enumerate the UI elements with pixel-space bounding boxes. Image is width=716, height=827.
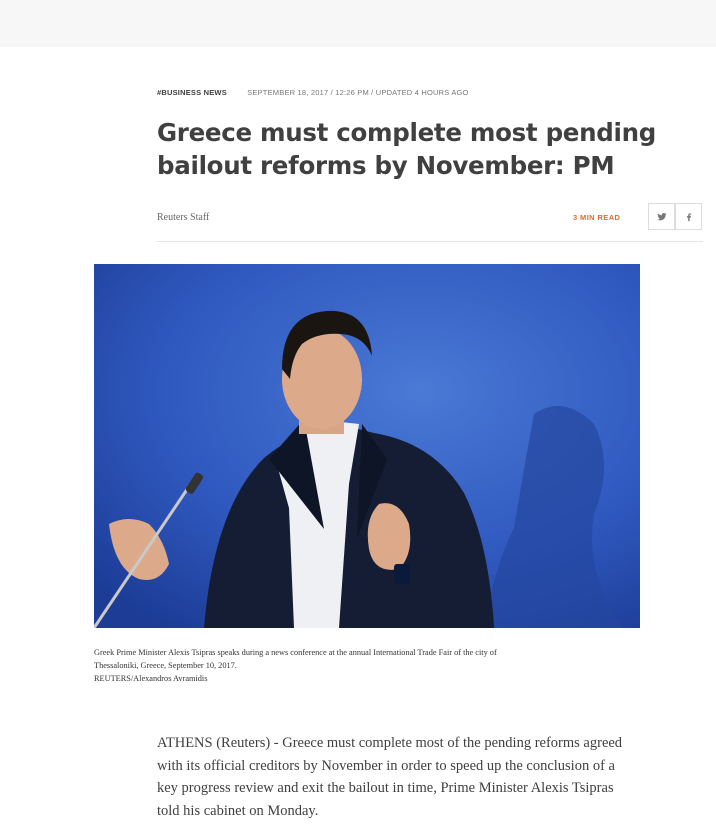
photo-caption: Greek Prime Minister Alexis Tsipras spea… [94, 646, 514, 685]
top-navigation-bar [0, 0, 716, 47]
read-time: 3 MIN READ [573, 213, 621, 222]
photo-illustration [94, 264, 640, 628]
facebook-icon [686, 212, 691, 221]
article-headline: Greece must complete most pending bailou… [157, 118, 656, 180]
article-body-paragraph: ATHENS (Reuters) - Greece must complete … [157, 735, 623, 819]
share-twitter-button[interactable] [648, 203, 675, 230]
article-meta: #BUSINESS NEWS SEPTEMBER 18, 2017 / 12:2… [157, 88, 469, 98]
article-date: SEPTEMBER 18, 2017 / 12:26 PM / UPDATED … [247, 88, 469, 97]
share-facebook-button[interactable] [675, 203, 702, 230]
article-photo[interactable] [94, 264, 640, 628]
caption-text: Greek Prime Minister Alexis Tsipras spea… [94, 648, 497, 670]
photo-credit: REUTERS/Alexandros Avramidis [94, 674, 208, 683]
twitter-icon [656, 212, 667, 220]
section-link[interactable]: #BUSINESS NEWS [157, 88, 227, 97]
author-name: Reuters Staff [157, 212, 210, 223]
byline-row: Reuters Staff 3 MIN READ [157, 203, 703, 242]
